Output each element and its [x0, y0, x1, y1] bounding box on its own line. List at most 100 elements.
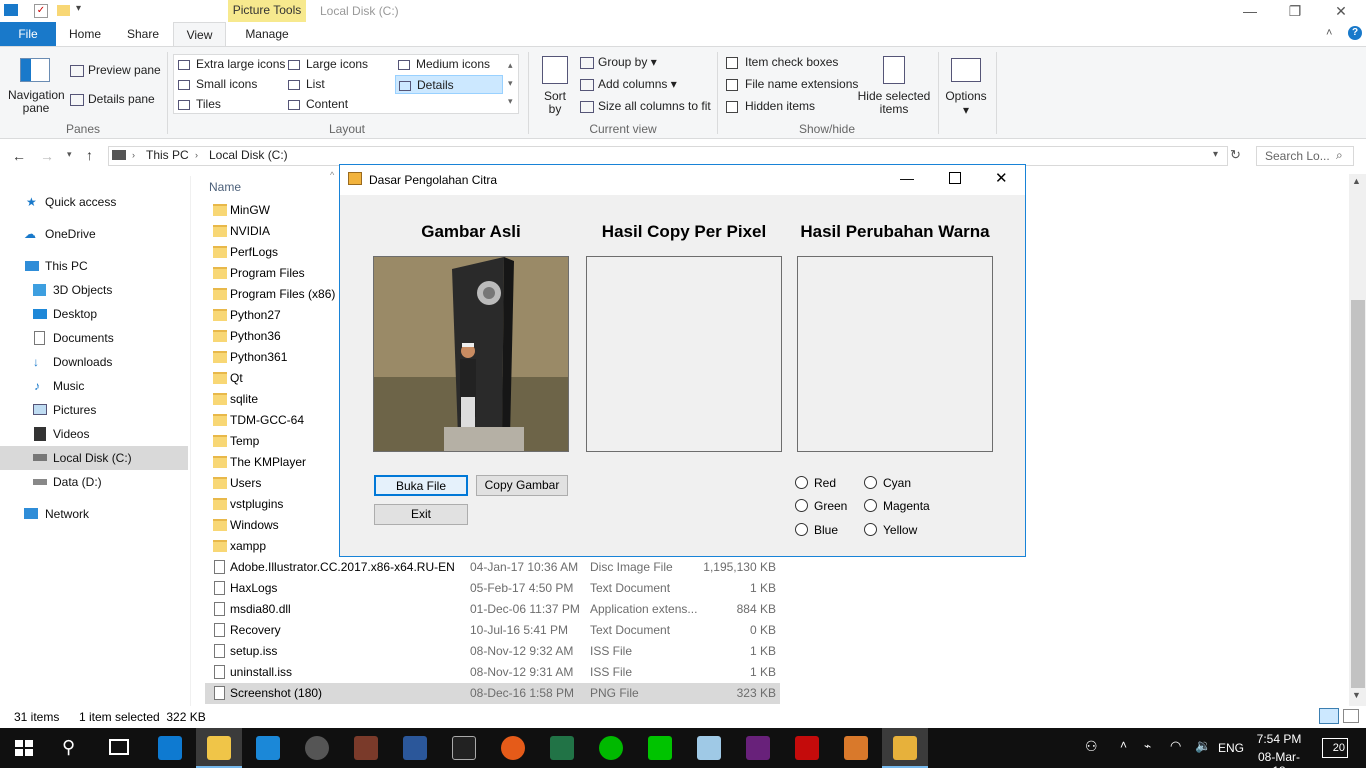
people-icon[interactable]: ⚇: [1085, 738, 1098, 755]
recent-locations-icon[interactable]: ▾: [67, 149, 72, 160]
up-icon[interactable]: ↑: [86, 147, 93, 163]
radio-green-label[interactable]: Green: [814, 499, 847, 513]
excel-icon[interactable]: [550, 736, 574, 760]
tab-home[interactable]: Home: [60, 22, 110, 47]
hidden-items-toggle[interactable]: Hidden items: [726, 99, 815, 113]
language-indicator[interactable]: ENG: [1218, 741, 1244, 755]
close-button[interactable]: ✕: [1318, 0, 1364, 22]
radio-magenta-label[interactable]: Magenta: [883, 499, 930, 513]
outlook-icon[interactable]: [256, 736, 280, 760]
radio-red[interactable]: [795, 476, 808, 489]
matlab-icon[interactable]: [844, 736, 868, 760]
large-icons-view-icon[interactable]: [1343, 709, 1359, 723]
layout-large[interactable]: Large icons: [288, 57, 368, 71]
acrobat-icon[interactable]: [795, 736, 819, 760]
size-columns-button[interactable]: Size all columns to fit: [580, 99, 711, 113]
dialog-maximize-button[interactable]: [949, 172, 961, 184]
radio-blue-label[interactable]: Blue: [814, 523, 838, 537]
nav-documents[interactable]: Documents: [0, 326, 188, 350]
file-row[interactable]: Recovery 10-Jul-16 5:41 PM Text Document 0 …: [205, 620, 780, 641]
radio-cyan[interactable]: [864, 476, 877, 489]
forward-icon[interactable]: →: [40, 148, 54, 164]
line-icon[interactable]: [599, 736, 623, 760]
file-row[interactable]: setup.iss 08-Nov-12 9:32 AM ISS File 1 KB: [205, 641, 780, 662]
nav-desktop[interactable]: Desktop: [0, 302, 188, 326]
column-header-name[interactable]: Name: [209, 180, 241, 194]
file-row[interactable]: HaxLogs 05-Feb-17 4:50 PM Text Document 1 K…: [205, 578, 780, 599]
new-folder-icon[interactable]: [57, 5, 70, 16]
navigation-pane-button[interactable]: Navigation pane: [8, 89, 65, 115]
maximize-icon[interactable]: ❐: [1272, 0, 1318, 22]
dialog-minimize-button[interactable]: —: [900, 170, 914, 186]
radio-cyan-label[interactable]: Cyan: [883, 476, 911, 490]
tab-manage[interactable]: Manage: [232, 22, 302, 47]
address-dropdown-icon[interactable]: ▾: [1213, 149, 1218, 160]
notepad-icon[interactable]: [697, 736, 721, 760]
chevron-right-icon[interactable]: ›: [195, 150, 198, 160]
back-icon[interactable]: ←: [12, 148, 26, 164]
layout-medium[interactable]: Medium icons: [398, 57, 490, 71]
options-button[interactable]: Options ▾: [944, 89, 988, 117]
power-icon[interactable]: ⌁: [1144, 739, 1151, 753]
options-icon[interactable]: [951, 58, 981, 82]
tab-file[interactable]: File: [0, 22, 56, 47]
line-app-icon[interactable]: [648, 736, 672, 760]
firefox-icon[interactable]: [501, 736, 525, 760]
hide-selected-icon[interactable]: [883, 56, 905, 84]
breadcrumb-this-pc[interactable]: This PC: [146, 148, 189, 162]
group-by-button[interactable]: Group by ▾: [580, 55, 657, 69]
customize-qat-icon[interactable]: ▾: [76, 3, 81, 14]
visual-studio-icon[interactable]: [746, 736, 770, 760]
pane-divider[interactable]: [190, 176, 191, 706]
scrollbar-thumb[interactable]: [1351, 300, 1365, 688]
file-row[interactable]: Adobe.Illustrator.CC.2017.x86-x64.RU-EN 0…: [205, 557, 780, 578]
task-view-icon[interactable]: [109, 739, 129, 755]
wifi-icon[interactable]: ◠: [1170, 738, 1181, 754]
navigation-pane-icon[interactable]: [20, 58, 50, 82]
tab-view[interactable]: View: [173, 22, 226, 47]
radio-magenta[interactable]: [864, 499, 877, 512]
volume-icon[interactable]: 🔉: [1195, 738, 1211, 754]
radio-yellow-label[interactable]: Yellow: [883, 523, 917, 537]
gallery-scroll[interactable]: ▴ ▾ ▾: [508, 56, 513, 110]
file-name-extensions-toggle[interactable]: File name extensions: [726, 77, 858, 91]
help-icon[interactable]: ?: [1348, 26, 1362, 40]
nav-network[interactable]: Network: [0, 502, 188, 526]
layout-list[interactable]: List: [288, 77, 325, 91]
radio-blue[interactable]: [795, 523, 808, 536]
collapse-ribbon-icon[interactable]: ˄: [1326, 27, 1332, 39]
nav-pictures[interactable]: Pictures: [0, 398, 188, 422]
nav-downloads[interactable]: ↓ Downloads: [0, 350, 188, 374]
layout-small[interactable]: Small icons: [178, 77, 257, 91]
preview-pane-button[interactable]: Preview pane: [70, 63, 161, 77]
refresh-icon[interactable]: ↻: [1230, 147, 1241, 163]
breadcrumb-local-disk[interactable]: Local Disk (C:): [209, 148, 288, 162]
clock-time[interactable]: 7:54 PM: [1252, 732, 1306, 746]
nav-onedrive[interactable]: ☁ OneDrive: [0, 222, 188, 246]
chevron-right-icon[interactable]: ›: [132, 150, 135, 160]
nav-music[interactable]: ♪ Music: [0, 374, 188, 398]
winrar-icon[interactable]: [354, 736, 378, 760]
sort-icon[interactable]: [542, 56, 568, 84]
action-center-icon[interactable]: 20: [1322, 738, 1348, 758]
details-pane-button[interactable]: Details pane: [70, 92, 155, 106]
details-view-icon[interactable]: [1319, 708, 1339, 724]
media-player-icon[interactable]: [305, 736, 329, 760]
nav-data-d[interactable]: Data (D:): [0, 470, 188, 494]
tab-share[interactable]: Share: [118, 22, 168, 47]
exit-button[interactable]: Exit: [374, 504, 468, 525]
scroll-up-icon[interactable]: ▲: [1352, 176, 1361, 186]
dialog-close-button[interactable]: ✕: [995, 169, 1008, 187]
nav-this-pc[interactable]: This PC: [0, 254, 188, 278]
word-icon[interactable]: [403, 736, 427, 760]
search-icon[interactable]: ⌕: [1336, 148, 1343, 163]
scroll-down-icon[interactable]: ▼: [1352, 690, 1361, 700]
file-row[interactable]: Screenshot (180) 08-Dec-16 1:58 PM PNG Fil…: [205, 683, 780, 704]
nav-videos[interactable]: Videos: [0, 422, 188, 446]
clock-date[interactable]: 08-Mar-18: [1252, 750, 1306, 778]
layout-extra-large[interactable]: Extra large icons: [178, 57, 285, 71]
search-icon[interactable]: ⚲: [62, 737, 75, 758]
minimize-button[interactable]: —: [1227, 0, 1273, 22]
radio-green[interactable]: [795, 499, 808, 512]
open-file-button[interactable]: Buka File: [374, 475, 468, 496]
